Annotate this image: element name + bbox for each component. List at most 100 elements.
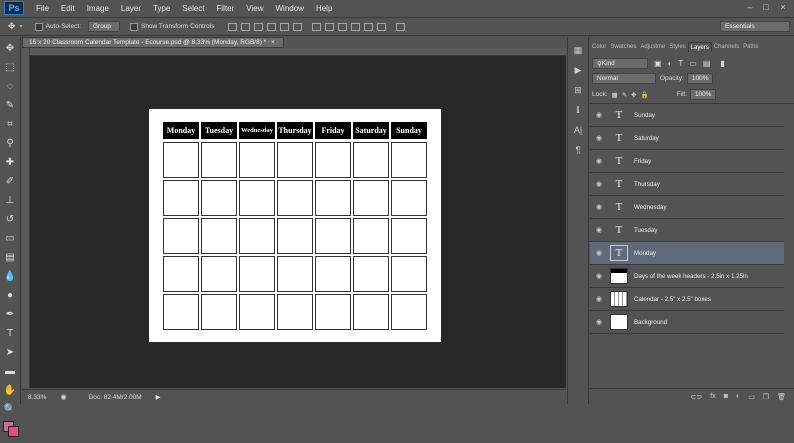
pixel-filter-icon[interactable]: ▣ xyxy=(654,59,662,68)
align-left-icon[interactable] xyxy=(267,22,277,31)
marquee-tool-icon[interactable]: ⬚ xyxy=(2,59,18,75)
menu-edit[interactable]: Edit xyxy=(61,4,75,13)
smart-object-filter-icon[interactable]: ▤ xyxy=(703,59,711,68)
visibility-eye-icon[interactable]: ◉ xyxy=(592,318,606,326)
type-filter-icon[interactable]: T xyxy=(678,59,683,68)
layer-row[interactable]: ◉ T Thursday xyxy=(590,173,784,196)
eyedropper-tool-icon[interactable]: ⚲ xyxy=(2,135,18,151)
add-mask-icon[interactable]: ◙ xyxy=(724,393,728,400)
path-select-icon[interactable]: ➤ xyxy=(2,344,18,360)
new-layer-icon[interactable]: ❐ xyxy=(763,393,769,401)
clone-stamp-icon[interactable]: ⊥ xyxy=(2,192,18,208)
paragraph-panel-icon[interactable]: ¶ xyxy=(571,143,585,157)
tab-adjustments[interactable]: Adjustme xyxy=(638,42,667,52)
lasso-tool-icon[interactable]: ◌ xyxy=(2,78,18,94)
auto-select-dropdown[interactable]: Group xyxy=(87,21,120,32)
menu-help[interactable]: Help xyxy=(316,4,332,13)
show-transform-checkbox[interactable] xyxy=(129,22,138,31)
chevron-down-icon[interactable]: ▾ xyxy=(20,23,23,30)
filter-toggle-icon[interactable]: ▮ xyxy=(720,59,724,68)
chevron-right-icon[interactable]: ▶ xyxy=(156,393,161,401)
info-panel-icon[interactable]: ℹ xyxy=(571,103,585,117)
menu-view[interactable]: View xyxy=(246,4,263,13)
status-menu-icon[interactable]: ◉ xyxy=(60,393,66,401)
lock-transparent-icon[interactable]: ▦ xyxy=(612,91,618,99)
layer-row[interactable]: ◉ T Tuesday xyxy=(590,219,784,242)
minimize-button[interactable]: – xyxy=(744,2,756,12)
layer-style-icon[interactable]: fx xyxy=(710,393,715,400)
layer-row[interactable]: ◉ T Sunday xyxy=(590,104,784,127)
menu-select[interactable]: Select xyxy=(182,4,204,13)
blend-mode-dropdown[interactable]: Normal xyxy=(592,73,656,84)
brush-tool-icon[interactable]: ✐ xyxy=(2,173,18,189)
shape-filter-icon[interactable]: ▭ xyxy=(689,59,697,68)
align-center-icon[interactable] xyxy=(280,22,290,31)
align-top-icon[interactable] xyxy=(228,22,238,31)
actions-panel-icon[interactable]: ▶ xyxy=(571,63,585,77)
menu-type[interactable]: Type xyxy=(153,4,170,13)
brush-presets-icon[interactable]: ⊞ xyxy=(571,83,585,97)
close-button[interactable]: × xyxy=(777,2,789,12)
zoom-tool-icon[interactable]: 🔍 xyxy=(2,401,18,417)
tab-layers[interactable]: Layers xyxy=(687,42,712,52)
pen-tool-icon[interactable]: ✒ xyxy=(2,306,18,322)
tab-paths[interactable]: Paths xyxy=(741,42,760,52)
filter-kind-dropdown[interactable]: ⚲ Kind xyxy=(592,58,648,69)
menu-layer[interactable]: Layer xyxy=(121,4,141,13)
dodge-tool-icon[interactable]: ● xyxy=(2,287,18,303)
gradient-tool-icon[interactable]: ▤ xyxy=(2,249,18,265)
character-panel-icon[interactable]: A| xyxy=(571,123,585,137)
history-brush-icon[interactable]: ↺ xyxy=(2,211,18,227)
tab-styles[interactable]: Styles xyxy=(667,42,687,52)
eraser-tool-icon[interactable]: ▭ xyxy=(2,230,18,246)
distribute-top-icon[interactable] xyxy=(312,22,322,31)
lock-all-icon[interactable]: 🔒 xyxy=(641,91,649,99)
layer-row[interactable]: ◉ T Saturday xyxy=(590,127,784,150)
layer-row[interactable]: ◉ Days of the week headers - 2.5in x 1.25… xyxy=(590,265,784,288)
lock-image-icon[interactable]: ✎ xyxy=(622,91,627,99)
quick-select-tool-icon[interactable]: ✎ xyxy=(2,97,18,113)
type-tool-icon[interactable]: T xyxy=(2,325,18,341)
background-color-swatch[interactable] xyxy=(8,426,19,437)
tab-color[interactable]: Color xyxy=(590,42,608,52)
layer-row[interactable]: ◉ Background xyxy=(590,311,784,334)
trash-icon[interactable]: 🗑 xyxy=(777,393,786,401)
document-tab[interactable]: 16 x 20 Classroom Calendar Template - Ec… xyxy=(22,37,284,48)
tab-channels[interactable]: Channels xyxy=(712,42,741,52)
lock-position-icon[interactable]: ✥ xyxy=(631,91,636,99)
visibility-eye-icon[interactable]: ◉ xyxy=(592,203,606,211)
move-tool-icon[interactable]: ✥ xyxy=(2,40,18,56)
distribute-middle-icon[interactable] xyxy=(325,22,335,31)
close-icon[interactable]: × xyxy=(271,39,275,46)
crop-tool-icon[interactable]: ⌗ xyxy=(2,116,18,132)
visibility-eye-icon[interactable]: ◉ xyxy=(592,295,606,303)
align-bottom-icon[interactable] xyxy=(254,22,264,31)
menu-window[interactable]: Window xyxy=(276,4,304,13)
healing-brush-icon[interactable]: ✚ xyxy=(2,154,18,170)
visibility-eye-icon[interactable]: ◉ xyxy=(592,180,606,188)
opacity-input[interactable]: 100% xyxy=(686,73,713,84)
link-layers-icon[interactable]: ⊂⊃ xyxy=(691,393,703,401)
visibility-eye-icon[interactable]: ◉ xyxy=(592,249,606,257)
layer-row[interactable]: ◉ T Wednesday xyxy=(590,196,784,219)
blur-tool-icon[interactable]: 💧 xyxy=(2,268,18,284)
move-tool-icon[interactable]: ✥ xyxy=(8,21,16,32)
adjustment-layer-icon[interactable]: ◐ xyxy=(736,393,740,400)
hand-tool-icon[interactable]: ✋ xyxy=(2,382,18,398)
maximize-button[interactable]: □ xyxy=(760,2,772,12)
tab-swatches[interactable]: Swatches xyxy=(608,42,638,52)
visibility-eye-icon[interactable]: ◉ xyxy=(592,157,606,165)
auto-align-icon[interactable] xyxy=(396,22,406,31)
visibility-eye-icon[interactable]: ◉ xyxy=(592,134,606,142)
shape-tool-icon[interactable]: ▬ xyxy=(2,363,18,379)
menu-image[interactable]: Image xyxy=(87,4,109,13)
visibility-eye-icon[interactable]: ◉ xyxy=(592,111,606,119)
menu-file[interactable]: File xyxy=(36,4,49,13)
menu-filter[interactable]: Filter xyxy=(217,4,235,13)
auto-select-checkbox[interactable] xyxy=(34,22,43,31)
distribute-left-icon[interactable] xyxy=(351,22,361,31)
visibility-eye-icon[interactable]: ◉ xyxy=(592,226,606,234)
adjustment-filter-icon[interactable]: ◐ xyxy=(668,59,673,68)
distribute-right-icon[interactable] xyxy=(377,22,387,31)
history-panel-icon[interactable]: ▦ xyxy=(571,43,585,57)
